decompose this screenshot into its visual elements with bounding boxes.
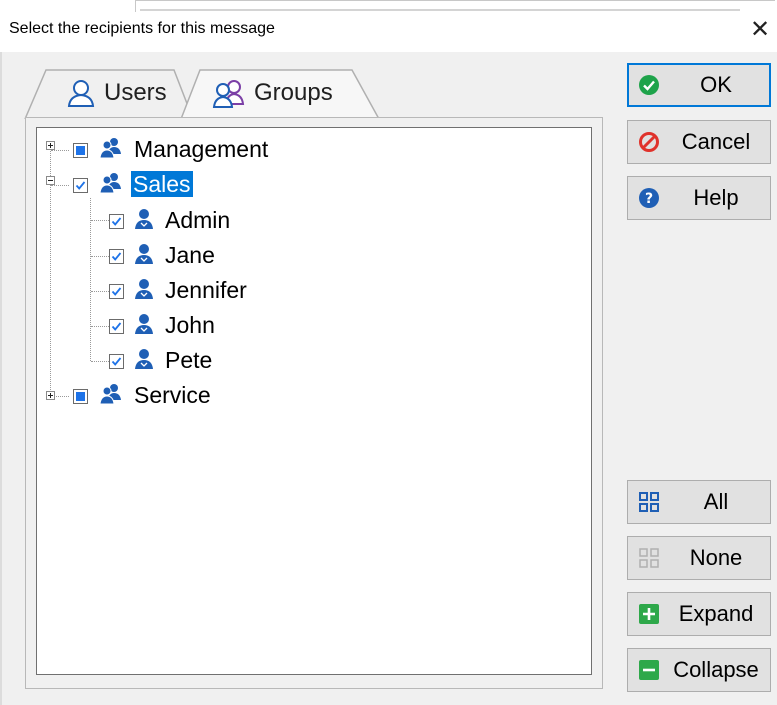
tab-groups[interactable]: Groups xyxy=(180,68,380,119)
plus-square-icon xyxy=(638,603,660,625)
tree-node-jane[interactable]: Jane xyxy=(165,242,215,268)
expand-toggle-service[interactable] xyxy=(46,391,55,400)
tree-node-jennifer[interactable]: Jennifer xyxy=(165,277,247,303)
collapse-toggle-sales[interactable] xyxy=(46,176,55,185)
grid-icon xyxy=(638,491,660,513)
tab-groups-label: Groups xyxy=(254,79,333,106)
checkbox-sales[interactable] xyxy=(73,178,88,193)
group-icon xyxy=(212,78,246,108)
ok-button[interactable]: OK xyxy=(627,63,771,107)
checkbox-admin[interactable] xyxy=(109,214,124,229)
tree-node-sales[interactable]: Sales xyxy=(131,171,193,197)
user-icon xyxy=(132,242,156,266)
user-icon xyxy=(132,207,156,231)
check-circle-icon xyxy=(638,74,660,96)
help-button[interactable]: ? Help xyxy=(627,176,771,220)
none-label: None xyxy=(689,545,743,570)
collapse-label: Collapse xyxy=(673,657,759,682)
close-button[interactable]: ✕ xyxy=(745,15,775,45)
tab-users-label: Users xyxy=(104,79,167,106)
tree-node-pete[interactable]: Pete xyxy=(165,347,212,373)
user-icon xyxy=(66,78,96,108)
user-icon xyxy=(132,347,156,371)
tree-line-h xyxy=(91,361,109,362)
dialog-title: Select the recipients for this message xyxy=(9,20,275,37)
checkbox-management[interactable] xyxy=(73,143,88,158)
select-none-button[interactable]: None xyxy=(627,536,771,580)
tree-line-h xyxy=(91,326,109,327)
group-icon xyxy=(99,382,123,406)
tree-node-management[interactable]: Management xyxy=(134,136,268,162)
expand-label: Expand xyxy=(678,601,754,626)
help-label: Help xyxy=(693,185,739,210)
checkbox-jane[interactable] xyxy=(109,249,124,264)
cancel-label: Cancel xyxy=(681,129,751,154)
tree-line-h xyxy=(91,256,109,257)
expand-toggle-management[interactable] xyxy=(46,141,55,150)
group-icon xyxy=(99,136,123,160)
checkbox-john[interactable] xyxy=(109,319,124,334)
window-left-edge xyxy=(0,52,2,705)
cancel-button[interactable]: Cancel xyxy=(627,120,771,164)
empty-grid-icon xyxy=(638,547,660,569)
minus-square-icon xyxy=(638,659,660,681)
background-window-edge xyxy=(0,0,777,12)
question-circle-icon: ? xyxy=(638,187,660,209)
tree-node-admin[interactable]: Admin xyxy=(165,207,230,233)
checkbox-jennifer[interactable] xyxy=(109,284,124,299)
tree-line-h xyxy=(91,291,109,292)
group-icon xyxy=(99,171,123,195)
tab-users[interactable]: Users xyxy=(24,68,194,119)
user-icon xyxy=(132,312,156,336)
tree-line-sales xyxy=(90,198,91,361)
tree-line-h xyxy=(51,150,69,151)
prohibited-icon xyxy=(638,131,660,153)
tree-node-service[interactable]: Service xyxy=(134,382,211,408)
tree-line-h xyxy=(51,185,69,186)
svg-text:?: ? xyxy=(645,191,653,207)
all-label: All xyxy=(703,489,729,514)
checkbox-pete[interactable] xyxy=(109,354,124,369)
ok-label: OK xyxy=(700,72,732,97)
checkbox-service[interactable] xyxy=(73,389,88,404)
recipient-tree[interactable]: Management Sales Admin Jane Jennifer Joh… xyxy=(36,127,592,675)
collapse-button[interactable]: Collapse xyxy=(627,648,771,692)
user-icon xyxy=(132,277,156,301)
expand-button[interactable]: Expand xyxy=(627,592,771,636)
tree-node-john[interactable]: John xyxy=(165,312,215,338)
tree-line-h xyxy=(91,220,109,221)
select-all-button[interactable]: All xyxy=(627,480,771,524)
